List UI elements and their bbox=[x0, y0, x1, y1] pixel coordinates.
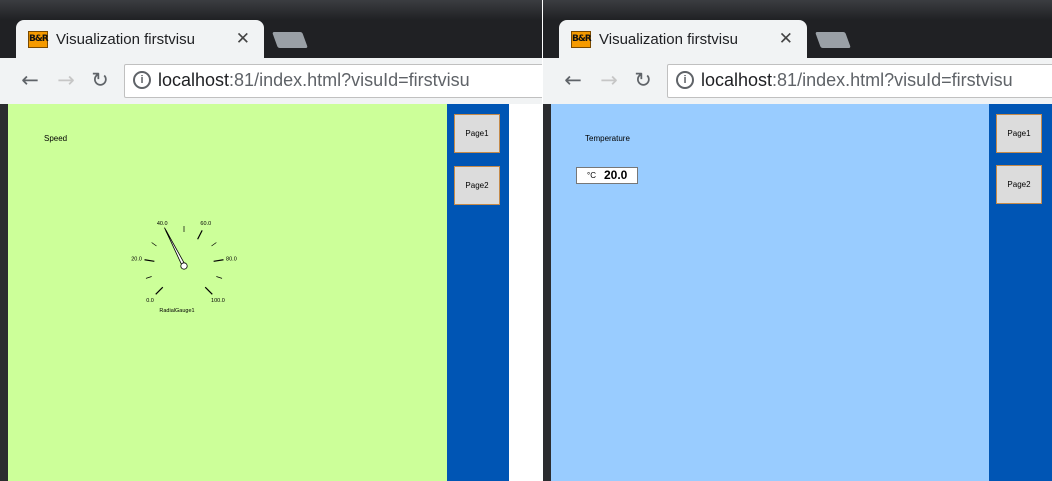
browser-tab[interactable]: B&R Visualization firstvisu ✕ bbox=[16, 20, 264, 59]
gauge-tick-label: 0.0 bbox=[146, 298, 154, 304]
page2-button[interactable]: Page2 bbox=[454, 166, 500, 205]
temperature-numeric-output: °C 20.0 bbox=[576, 167, 638, 184]
nav-sidebar: Page1 Page2 bbox=[989, 104, 1052, 481]
browser-window-left: B&R Visualization firstvisu ✕ ← → ↻ i lo… bbox=[0, 0, 542, 481]
gauge-tick-label: 80.0 bbox=[226, 256, 237, 262]
page1-button[interactable]: Page1 bbox=[996, 114, 1042, 153]
back-arrow-icon[interactable]: ← bbox=[561, 67, 585, 93]
url-host: localhost bbox=[158, 70, 230, 90]
temperature-value: 20.0 bbox=[604, 168, 628, 182]
reload-icon[interactable]: ↻ bbox=[88, 67, 112, 93]
window-frame bbox=[0, 0, 542, 20]
tab-title: Visualization firstvisu bbox=[56, 31, 195, 48]
gauge-tick-label: 100.0 bbox=[211, 298, 225, 304]
browser-window-right: B&R Visualization firstvisu ✕ ← → ↻ i lo… bbox=[543, 0, 1052, 481]
gauge-major-tick bbox=[204, 286, 213, 295]
close-tab-icon[interactable]: ✕ bbox=[779, 29, 793, 49]
br-logo-icon: B&R bbox=[28, 31, 49, 48]
gauge-minor-tick bbox=[216, 276, 223, 279]
gauge-tick-label: 60.0 bbox=[200, 221, 211, 227]
info-icon[interactable]: i bbox=[133, 71, 151, 89]
radial-gauge: 0.0 20.0 40.0 60.0 80.0 100.0 RadialGauge1 bbox=[131, 221, 237, 314]
info-icon[interactable]: i bbox=[676, 71, 694, 89]
window-frame bbox=[543, 0, 1052, 20]
speed-label: Speed bbox=[44, 134, 68, 143]
gauge-major-tick bbox=[213, 259, 224, 262]
br-logo-icon: B&R bbox=[571, 31, 592, 48]
gauge-minor-tick bbox=[151, 242, 157, 247]
gauge-major-tick bbox=[155, 286, 164, 295]
unit-label: °C bbox=[587, 171, 596, 180]
forward-arrow-icon[interactable]: → bbox=[54, 67, 78, 93]
new-tab-button[interactable] bbox=[272, 32, 308, 48]
new-tab-button[interactable] bbox=[815, 32, 851, 48]
close-tab-icon[interactable]: ✕ bbox=[236, 29, 250, 49]
gauge-major-tick bbox=[197, 230, 203, 240]
url-path: :81/index.html?visuId=firstvisu bbox=[229, 70, 470, 90]
gauge-minor-tick bbox=[145, 276, 152, 279]
gauge-name-label: RadialGauge1 bbox=[159, 308, 194, 314]
gauge-major-tick bbox=[144, 259, 155, 262]
visu-page-speed: Speed 0.0 20.0 40.0 60.0 80.0 100.0 RadialGau… bbox=[8, 104, 447, 481]
page1-button[interactable]: Page1 bbox=[454, 114, 500, 153]
gauge-tick-label: 40.0 bbox=[157, 221, 168, 227]
tab-title: Visualization firstvisu bbox=[599, 31, 738, 48]
address-bar[interactable]: i localhost:81/index.html?visuId=firstvi… bbox=[667, 64, 1052, 98]
url-text: localhost:81/index.html?visuId=firstvisu bbox=[158, 70, 470, 91]
reload-icon[interactable]: ↻ bbox=[631, 67, 655, 93]
gauge-hub bbox=[180, 262, 188, 270]
window-edge bbox=[543, 104, 551, 481]
url-host: localhost bbox=[701, 70, 773, 90]
gauge-needle bbox=[164, 227, 186, 268]
forward-arrow-icon[interactable]: → bbox=[597, 67, 621, 93]
url-text: localhost:81/index.html?visuId=firstvisu bbox=[701, 70, 1013, 91]
gauge-minor-tick bbox=[211, 242, 217, 247]
temperature-label: Temperature bbox=[585, 134, 630, 143]
nav-sidebar: Page1 Page2 bbox=[447, 104, 509, 481]
visu-page-temperature: Temperature °C 20.0 bbox=[551, 104, 989, 481]
browser-toolbar: ← → ↻ i localhost:81/index.html?visuId=f… bbox=[543, 58, 1052, 105]
gauge-tick-label: 20.0 bbox=[131, 256, 142, 262]
back-arrow-icon[interactable]: ← bbox=[18, 67, 42, 93]
page2-button[interactable]: Page2 bbox=[996, 165, 1042, 204]
window-edge bbox=[0, 104, 8, 481]
address-bar[interactable]: i localhost:81/index.html?visuId=firstvi… bbox=[124, 64, 542, 98]
browser-tab[interactable]: B&R Visualization firstvisu ✕ bbox=[559, 20, 807, 59]
url-path: :81/index.html?visuId=firstvisu bbox=[772, 70, 1013, 90]
page-blank-area bbox=[509, 104, 542, 481]
browser-toolbar: ← → ↻ i localhost:81/index.html?visuId=f… bbox=[0, 58, 542, 105]
